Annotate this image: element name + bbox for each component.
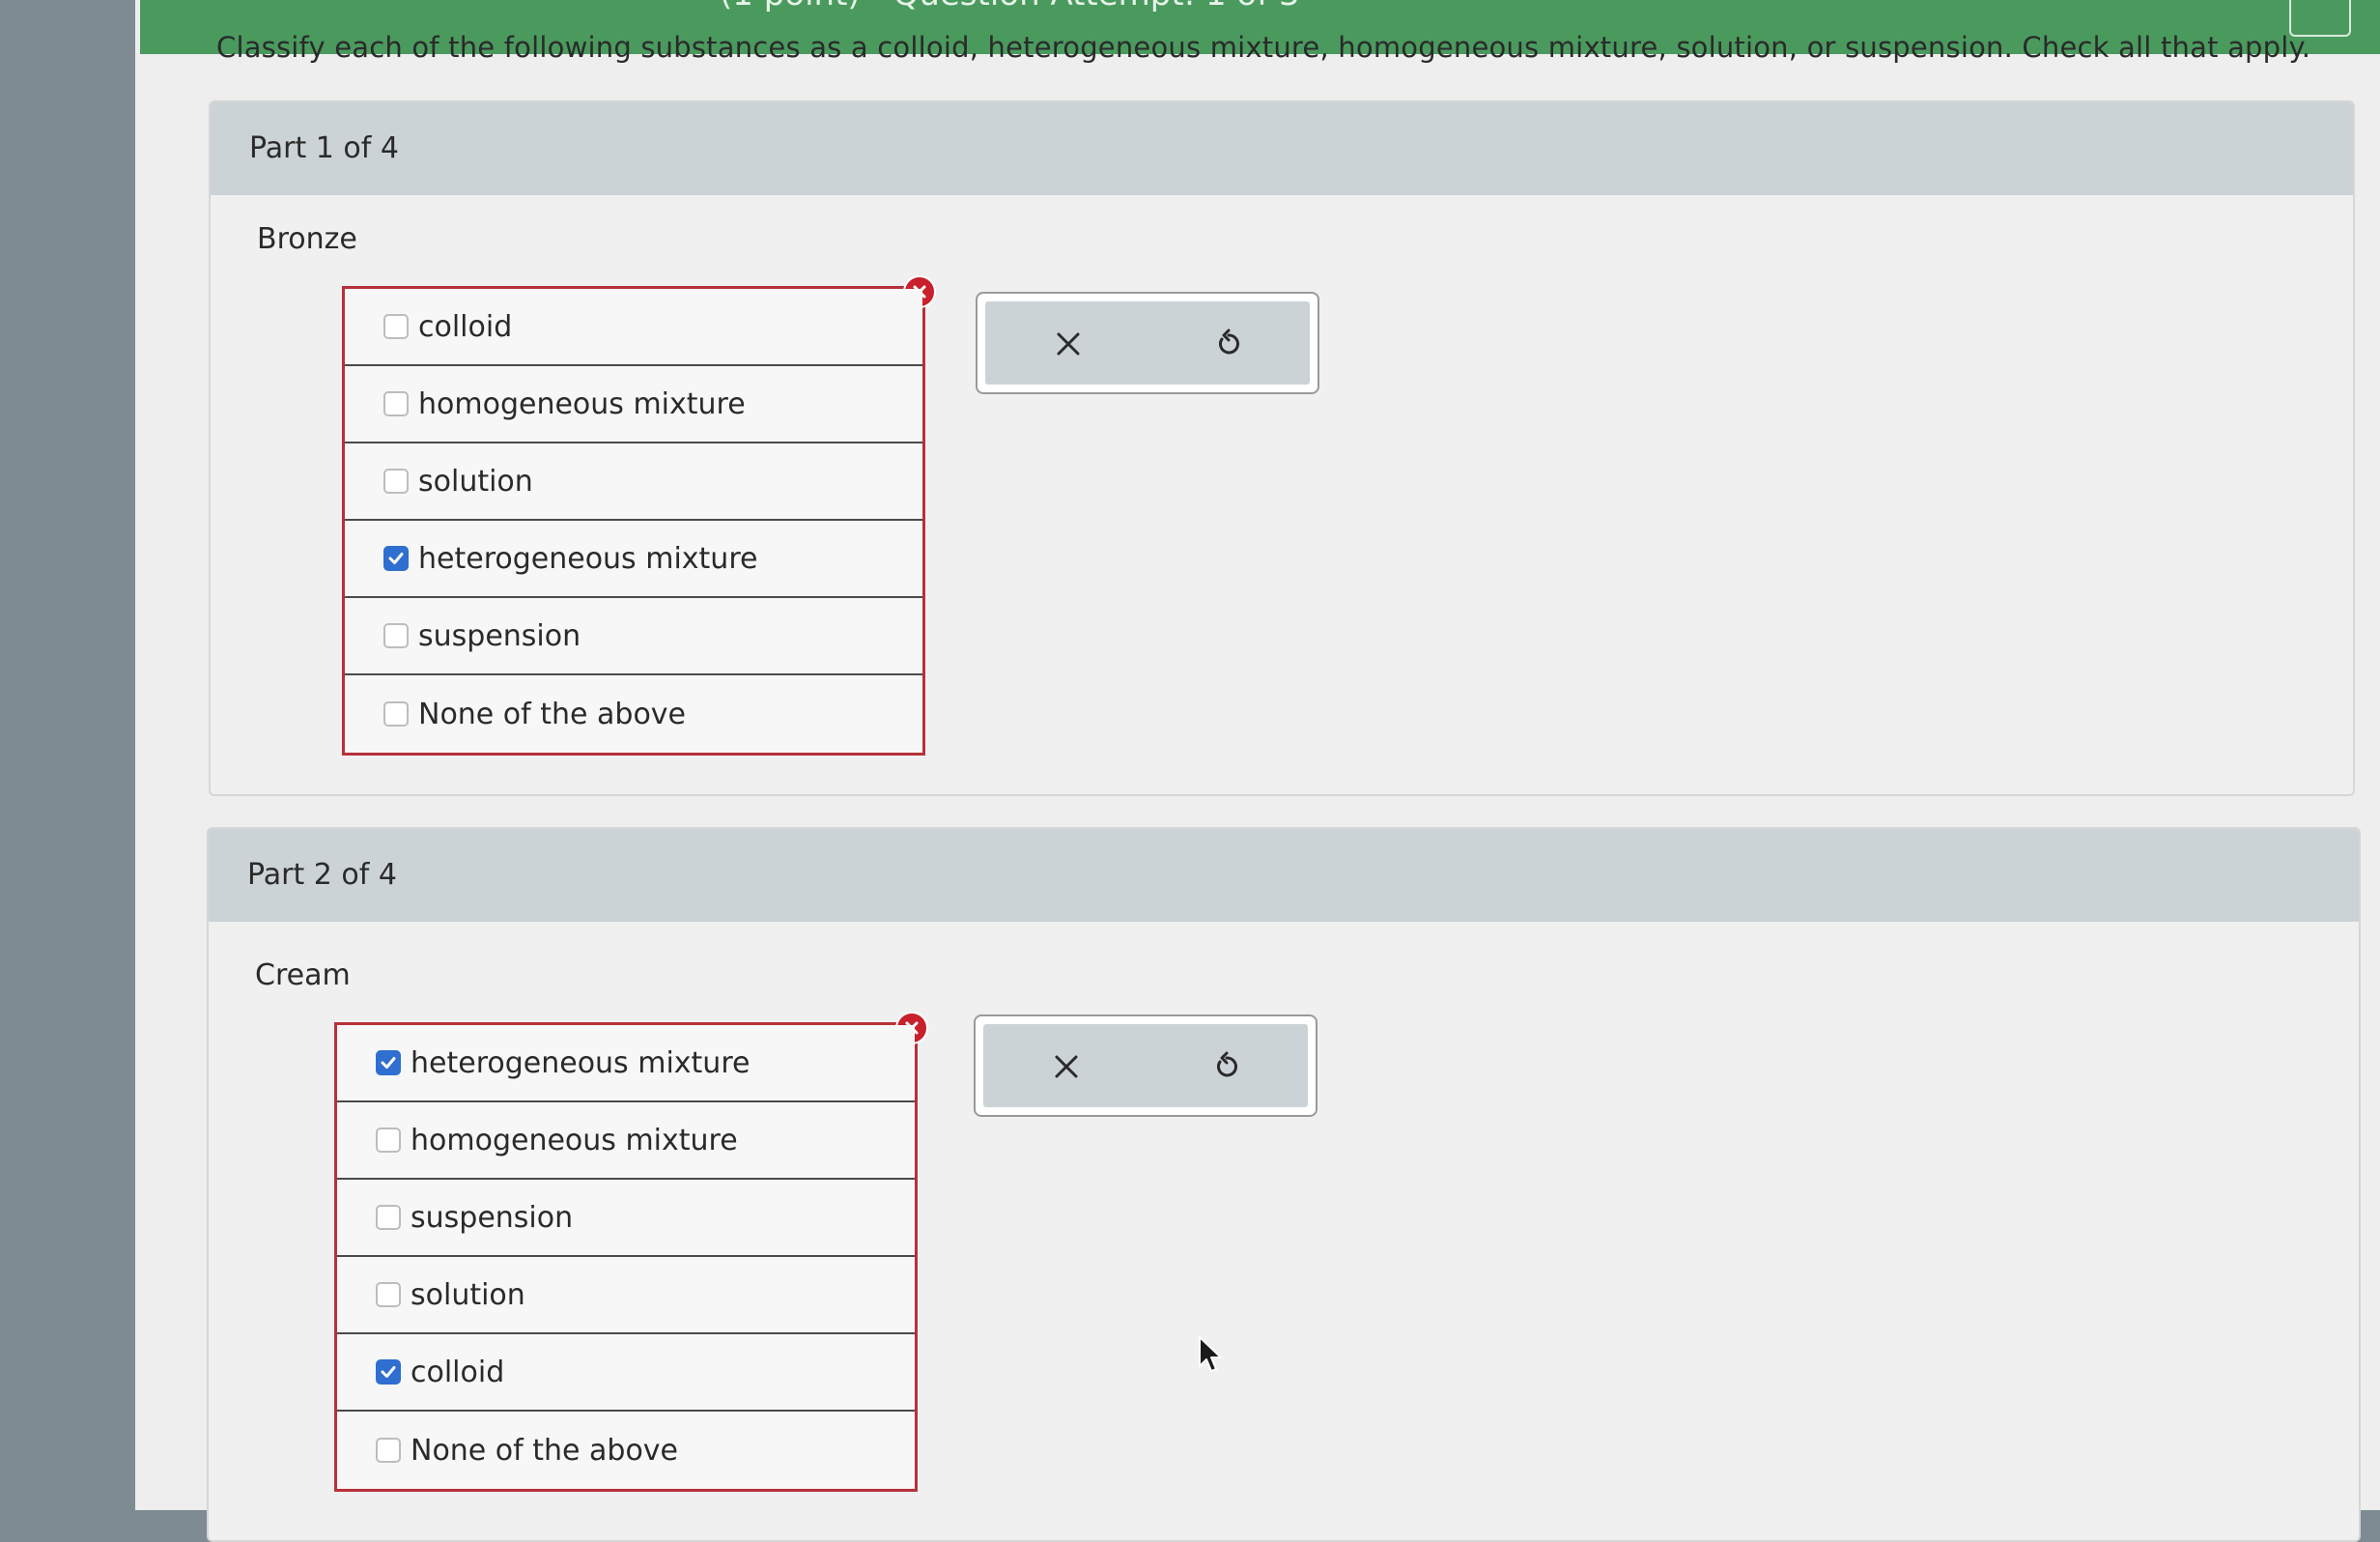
- option-label: solution: [411, 1277, 525, 1312]
- part-1-header: Part 1 of 4: [211, 102, 2353, 195]
- part-2-option-5[interactable]: colloid: [337, 1334, 915, 1412]
- tool-panel-inner: [983, 1024, 1308, 1107]
- part-1-option-5[interactable]: suspension: [345, 598, 922, 675]
- option-label: suspension: [418, 618, 581, 653]
- checkbox[interactable]: [383, 469, 409, 494]
- part-2-option-3[interactable]: suspension: [337, 1180, 915, 1257]
- part-2-header: Part 2 of 4: [209, 829, 2359, 922]
- reset-answer-button[interactable]: [1205, 1045, 1248, 1088]
- tool-panel-inner: [985, 301, 1310, 385]
- checkbox[interactable]: [383, 314, 409, 339]
- option-label: homogeneous mixture: [411, 1123, 738, 1157]
- part-1-option-3[interactable]: solution: [345, 443, 922, 521]
- close-x-icon: [1055, 1055, 1078, 1078]
- part-2-option-6[interactable]: None of the above: [337, 1412, 915, 1489]
- part-2-option-4[interactable]: solution: [337, 1257, 915, 1334]
- part-1-option-1[interactable]: colloid: [345, 289, 922, 366]
- checkbox[interactable]: [383, 391, 409, 416]
- part-2-substance: Cream: [255, 958, 351, 992]
- part-1-option-6[interactable]: None of the above: [345, 675, 922, 753]
- part-1-title: Part 1 of 4: [249, 131, 399, 165]
- part-2-panel: Part 2 of 4 Cream heterogeneous mixture …: [207, 827, 2361, 1542]
- checkbox-checked[interactable]: [376, 1050, 401, 1075]
- question-header-title: (1 point) - Question Attempt: 1 of 3: [720, 0, 1300, 14]
- part-2-option-2[interactable]: homogeneous mixture: [337, 1102, 915, 1180]
- checkbox[interactable]: [376, 1128, 401, 1153]
- clear-answer-button[interactable]: [1047, 323, 1090, 365]
- checkbox-checked[interactable]: [383, 546, 409, 571]
- part-1-option-4[interactable]: heterogeneous mixture: [345, 521, 922, 598]
- option-label: homogeneous mixture: [418, 386, 746, 421]
- part-2-answer-box: heterogeneous mixture homogeneous mixtur…: [334, 1012, 928, 1492]
- option-label: None of the above: [418, 697, 687, 731]
- part-2-option-1[interactable]: heterogeneous mixture: [337, 1025, 915, 1102]
- option-label: colloid: [418, 309, 513, 344]
- part-1-substance: Bronze: [257, 222, 357, 256]
- option-label: heterogeneous mixture: [411, 1045, 751, 1080]
- checkbox[interactable]: [376, 1438, 401, 1463]
- part-1-option-2[interactable]: homogeneous mixture: [345, 366, 922, 443]
- option-label: None of the above: [411, 1433, 679, 1468]
- checkbox-checked[interactable]: [376, 1359, 401, 1385]
- part-2-tool-panel: [974, 1014, 1318, 1117]
- option-label: colloid: [411, 1355, 505, 1389]
- checkbox[interactable]: [376, 1282, 401, 1307]
- option-label: solution: [418, 464, 533, 499]
- undo-icon: [1217, 1051, 1237, 1077]
- part-1-tool-panel: [976, 292, 1319, 394]
- part-1-answer-box: colloid homogeneous mixture solution het…: [342, 275, 936, 756]
- checkbox[interactable]: [376, 1205, 401, 1230]
- part-1-panel: Part 1 of 4 Bronze colloid homogeneous m…: [209, 100, 2355, 796]
- mouse-pointer-icon: [1199, 1336, 1222, 1372]
- checkbox[interactable]: [383, 623, 409, 648]
- option-label: suspension: [411, 1200, 574, 1235]
- checkbox[interactable]: [383, 701, 409, 727]
- undo-icon: [1219, 328, 1239, 355]
- reset-answer-button[interactable]: [1207, 323, 1250, 365]
- question-instruction: Classify each of the following substance…: [216, 31, 2311, 64]
- option-label: heterogeneous mixture: [418, 541, 758, 576]
- part-2-title: Part 2 of 4: [247, 858, 397, 892]
- clear-answer-button[interactable]: [1045, 1045, 1088, 1088]
- close-x-icon: [1057, 332, 1080, 356]
